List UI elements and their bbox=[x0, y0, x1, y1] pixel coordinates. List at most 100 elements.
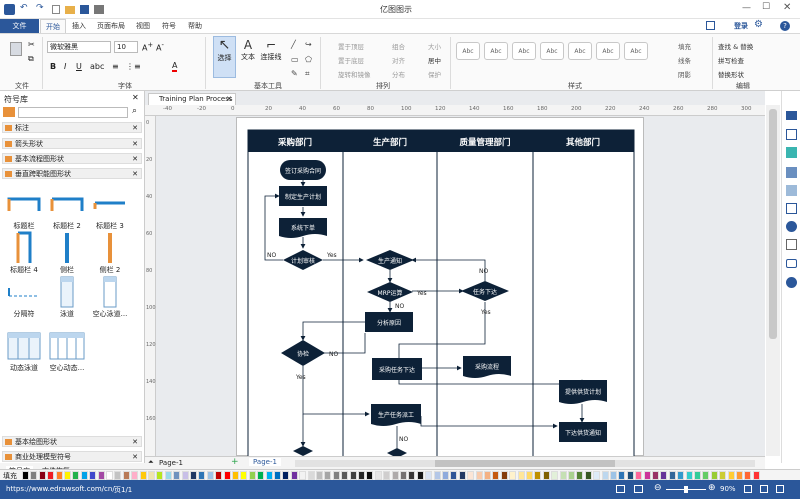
format-paint-icon[interactable] bbox=[786, 111, 797, 120]
underline-icon[interactable]: U bbox=[76, 62, 82, 71]
color-swatch[interactable] bbox=[114, 471, 122, 480]
help-icon[interactable] bbox=[786, 277, 797, 288]
panel-close-icon[interactable]: ✕ bbox=[132, 93, 139, 102]
shape-hollow-swimlane[interactable]: 空心泳道... bbox=[88, 275, 132, 327]
color-swatch[interactable] bbox=[492, 471, 500, 480]
shape-swimlane[interactable]: 泳道 bbox=[45, 275, 89, 327]
layers-icon[interactable] bbox=[786, 185, 797, 196]
color-swatch[interactable] bbox=[635, 471, 643, 480]
replace-shape-item[interactable]: 替换形状 bbox=[718, 69, 744, 79]
fit-page-icon[interactable] bbox=[616, 485, 625, 493]
attachment-icon[interactable] bbox=[786, 239, 797, 250]
page-tab-active[interactable]: Page-1 bbox=[249, 458, 281, 466]
color-swatch[interactable] bbox=[526, 471, 533, 480]
redo-icon[interactable]: ↷ bbox=[36, 3, 44, 13]
search-icon[interactable]: ⌕ bbox=[132, 106, 137, 116]
color-swatch[interactable] bbox=[685, 471, 693, 480]
bold-icon[interactable]: B bbox=[50, 62, 56, 71]
vertical-scrollbar[interactable] bbox=[766, 105, 780, 456]
color-swatch[interactable] bbox=[744, 471, 752, 480]
color-swatch[interactable] bbox=[38, 471, 46, 480]
color-swatch[interactable] bbox=[475, 471, 483, 480]
properties-icon[interactable] bbox=[786, 203, 797, 214]
color-swatch[interactable] bbox=[517, 471, 525, 480]
node-system-order[interactable]: 系统下单 bbox=[291, 224, 315, 232]
center-item[interactable]: 居中 bbox=[428, 55, 441, 65]
lane-header-production[interactable]: 生产部门 bbox=[373, 137, 407, 148]
color-swatch[interactable] bbox=[274, 471, 281, 480]
view-full-icon[interactable] bbox=[776, 485, 784, 493]
color-swatch[interactable] bbox=[584, 471, 592, 480]
node-purchase-task[interactable]: 采购任务下达 bbox=[379, 366, 415, 374]
fill-icon[interactable] bbox=[786, 147, 797, 158]
color-swatch[interactable] bbox=[341, 471, 349, 480]
color-swatch[interactable] bbox=[72, 471, 80, 480]
font-size-select[interactable]: 10 bbox=[114, 41, 138, 53]
library-basic-flowchart[interactable]: 基本流程图形状 ✕ bbox=[2, 153, 142, 164]
color-swatch[interactable] bbox=[206, 471, 214, 480]
library-callout[interactable]: 标注 ✕ bbox=[2, 122, 142, 133]
page-icon[interactable] bbox=[786, 129, 797, 140]
line-item[interactable]: 线条 bbox=[678, 55, 691, 65]
node-supply-plan[interactable]: 提供供货计划 bbox=[565, 388, 601, 396]
fullscreen-icon[interactable] bbox=[634, 485, 643, 493]
align-item[interactable]: 对齐 bbox=[392, 55, 405, 65]
library-search-input[interactable] bbox=[18, 107, 128, 118]
color-swatch[interactable] bbox=[148, 471, 155, 480]
shadow-item[interactable]: 阴影 bbox=[678, 69, 691, 79]
color-swatch[interactable] bbox=[156, 471, 164, 480]
color-swatch[interactable] bbox=[89, 471, 97, 480]
color-swatch[interactable] bbox=[299, 471, 307, 480]
color-swatch[interactable] bbox=[668, 471, 676, 480]
protect-item[interactable]: 保护 bbox=[428, 69, 441, 79]
color-swatch[interactable] bbox=[551, 471, 559, 480]
node-supply-notice[interactable]: 下达供货通知 bbox=[565, 429, 601, 437]
size-item[interactable]: 大小 bbox=[428, 41, 441, 51]
color-swatch[interactable] bbox=[190, 471, 197, 480]
color-swatch[interactable] bbox=[282, 471, 290, 480]
shape-separator[interactable]: 分隔符 bbox=[2, 275, 46, 327]
login-button[interactable]: 登录 bbox=[734, 21, 748, 31]
tab-page-layout[interactable]: 页面布局 bbox=[94, 19, 128, 33]
color-swatch[interactable] bbox=[80, 471, 88, 480]
scroll-thumb[interactable] bbox=[769, 109, 777, 339]
color-swatch[interactable] bbox=[433, 471, 441, 480]
color-swatch[interactable] bbox=[408, 471, 416, 480]
zoom-slider[interactable] bbox=[666, 486, 706, 493]
library-arrows[interactable]: 箭头形状 ✕ bbox=[2, 138, 142, 149]
zoom-in-icon[interactable]: ⊕ bbox=[708, 483, 716, 493]
color-swatch[interactable] bbox=[181, 471, 189, 480]
pen-icon[interactable]: ✎ bbox=[291, 69, 298, 78]
italic-icon[interactable]: I bbox=[64, 62, 66, 71]
style-box-7[interactable]: Abc bbox=[624, 42, 648, 60]
style-box-1[interactable]: Abc bbox=[456, 42, 480, 60]
color-swatch[interactable] bbox=[719, 471, 727, 480]
node-mrp[interactable]: MRP运算 bbox=[378, 289, 403, 297]
copy-icon[interactable]: ⧉ bbox=[28, 54, 34, 64]
color-swatch[interactable] bbox=[30, 471, 38, 480]
color-swatch[interactable] bbox=[694, 471, 701, 480]
style-box-5[interactable]: Abc bbox=[568, 42, 592, 60]
color-swatch[interactable] bbox=[652, 471, 659, 480]
close-icon[interactable]: ✕ bbox=[132, 139, 138, 149]
color-swatch[interactable] bbox=[349, 471, 357, 480]
color-swatch[interactable] bbox=[610, 471, 617, 480]
style-box-6[interactable]: Abc bbox=[596, 42, 620, 60]
rect-icon[interactable]: ▭ bbox=[291, 55, 299, 64]
horizontal-scrollbar[interactable] bbox=[295, 460, 755, 467]
send-back-item[interactable]: 置于底层 bbox=[338, 55, 364, 65]
tab-view[interactable]: 视图 bbox=[132, 19, 154, 33]
color-swatch[interactable] bbox=[358, 471, 365, 480]
color-swatch[interactable] bbox=[307, 471, 315, 480]
new-icon[interactable] bbox=[52, 5, 60, 14]
color-swatch[interactable] bbox=[500, 471, 508, 480]
polygon-icon[interactable]: ⬠ bbox=[305, 55, 312, 64]
globe-icon[interactable] bbox=[786, 221, 797, 232]
close-icon[interactable]: ✕ bbox=[132, 437, 138, 447]
color-swatch[interactable] bbox=[710, 471, 718, 480]
tab-symbol[interactable]: 符号 bbox=[158, 19, 180, 33]
bring-front-item[interactable]: 置于顶层 bbox=[338, 41, 364, 51]
color-swatch[interactable] bbox=[139, 471, 147, 480]
page-nav-icon[interactable]: ⏶ bbox=[148, 458, 154, 467]
save-icon[interactable] bbox=[80, 5, 89, 14]
